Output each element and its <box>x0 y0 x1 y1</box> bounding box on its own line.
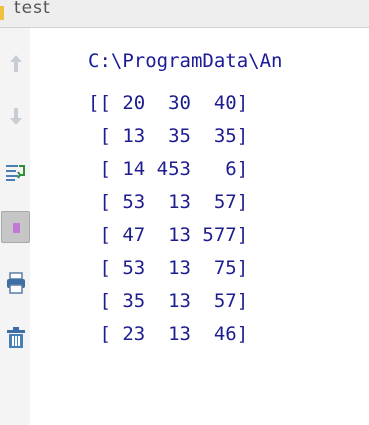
console-command-line: C:\ProgramData\An <box>88 50 283 72</box>
stop-icon[interactable] <box>1 211 30 243</box>
console-output-line: [[ 20 30 40] <box>88 92 249 114</box>
console-output[interactable]: C:\ProgramData\An [[ 20 30 40] [ 13 35 3… <box>30 28 369 425</box>
soft-wrap-icon[interactable] <box>4 159 28 185</box>
print-icon[interactable] <box>4 270 28 296</box>
console-output-line: [ 23 13 46] <box>88 323 249 345</box>
run-tab-bar: test <box>0 0 369 28</box>
scroll-up-arrow-icon[interactable] <box>4 51 28 77</box>
console-output-line: [ 53 13 57] <box>88 191 249 213</box>
console-output-line: [ 14 453 6] <box>88 158 249 180</box>
tab-accent-marker <box>0 6 4 20</box>
console-toolbar <box>0 28 30 425</box>
console-output-line: [ 35 13 57] <box>88 290 249 312</box>
console-output-line: [ 53 13 75] <box>88 257 249 279</box>
scroll-down-arrow-icon[interactable] <box>4 104 28 130</box>
trash-icon[interactable] <box>4 325 28 351</box>
console-output-line: [ 13 35 35] <box>88 125 249 147</box>
console-output-line: [ 47 13 577] <box>88 224 249 246</box>
run-tab-title[interactable]: test <box>14 0 51 18</box>
